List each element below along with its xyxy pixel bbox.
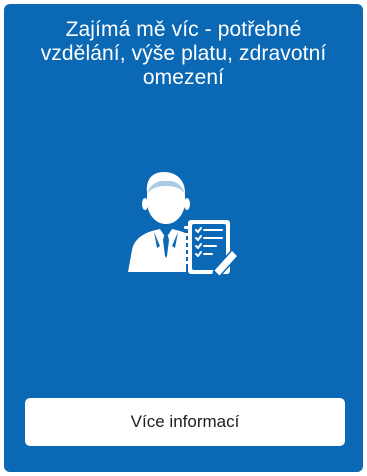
more-info-button[interactable]: Více informací	[25, 398, 345, 446]
card-title: Zajímá mě víc - potřebné vzdělání, výše …	[40, 18, 327, 89]
person-head	[142, 172, 190, 224]
info-card: Zajímá mě víc - potřebné vzdělání, výše …	[4, 4, 363, 472]
businessman-with-checklist-icon	[128, 172, 240, 280]
